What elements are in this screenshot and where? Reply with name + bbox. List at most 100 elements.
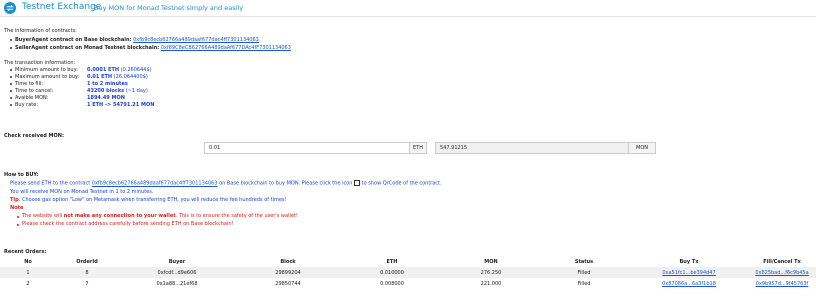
transaction-value-row: 1894.49 MON — [87, 95, 125, 101]
orders-table: No OrderId Buyer Block ETH MON Status Bu… — [0, 257, 816, 289]
transaction-label: Minimum amount to buy: — [15, 67, 78, 73]
eth-amount-input[interactable]: 0.01 — [204, 142, 410, 154]
seller-contract-link[interactable]: 0xf89C8eCB62766A489daAf677DAc4fF73011340… — [161, 45, 291, 51]
buyer-contract-link[interactable]: 0xfb9c8ecb62766a489daaf677dac4ff73011340… — [133, 37, 259, 43]
cell-eth: 0.010000 — [340, 267, 444, 278]
exchange-logo-icon — [4, 2, 16, 14]
bullet — [10, 47, 12, 49]
fill-tx-link[interactable]: 0x825bad...f6c9b45a — [755, 270, 808, 276]
transaction-value: 0.01 ETH — [87, 74, 113, 80]
cell-no: 2 — [26, 280, 30, 287]
bullet — [10, 76, 12, 78]
tip-text: : Choose gas option "Low" on Metamask wh… — [18, 197, 287, 203]
transaction-extra: (26.064400$) — [112, 74, 148, 80]
transaction-value: 43200 blocks — [87, 88, 125, 94]
bullet — [10, 69, 12, 71]
orders-header-row: No OrderId Buyer Block ETH MON Status Bu… — [0, 257, 816, 267]
howto-text: Please send ETH to the contract — [10, 180, 92, 187]
buyer-contract-label: BuyerAgent contract on Base blockchain: — [15, 37, 132, 43]
howto-contract-link[interactable]: 0xfb9c8ecb62766a489daaf677dac4ff73011340… — [92, 181, 218, 187]
app-title: Testnet Exchange — [22, 2, 102, 12]
transaction-label: Time to fill: — [15, 81, 44, 87]
transaction-label: Avaible MON: — [15, 95, 49, 101]
howto-line1: Please send ETH to the contract 0xfb9c8e… — [10, 180, 442, 187]
column-header: Fill/Cancel Tx — [763, 259, 801, 265]
column-header: OrderId — [76, 259, 98, 265]
bullet — [17, 224, 19, 226]
cell-buy-tx: 0xa51fc1...be394d47 — [630, 267, 748, 278]
transaction-extra: (0.260644$) — [119, 67, 152, 73]
seller-contract-row: SellerAgent contract on Monad Testnet bl… — [15, 45, 291, 51]
contracts-heading: The information of contracts: — [4, 28, 77, 34]
tip-line: Tip: Choose gas option "Low" on Metamask… — [10, 197, 287, 203]
transaction-value: 1894.49 MON — [87, 95, 125, 101]
howto-text: on Base blockchain to buy MON. Please cl… — [217, 180, 355, 187]
column-header: Buy Tx — [679, 259, 699, 265]
fill-tx-link[interactable]: 0x9b957d...9f45763f — [756, 281, 809, 287]
table-row: 2 7 0x1a88...21ef68 29850744 0.008000 22… — [0, 278, 816, 289]
transaction-heading: The transaction information: — [4, 60, 76, 66]
buy-tx-link[interactable]: 0xa51fc1...be394d47 — [662, 270, 715, 276]
transaction-value: 0.0001 ETH — [87, 67, 120, 73]
eth-unit-label: ETH — [409, 142, 427, 154]
column-header: MON — [484, 259, 498, 265]
page-header: Testnet Exchange Buy MON for Monad Testn… — [0, 0, 816, 17]
mon-amount-output: 547.91215 — [435, 142, 629, 154]
howto-text: to show QrCode of the contract. — [360, 180, 442, 187]
mon-unit-label: MON — [628, 142, 656, 154]
transaction-label: Time to cancel: — [15, 88, 54, 94]
bullet — [10, 39, 12, 41]
check-heading: Check received MON: — [4, 133, 64, 139]
column-header: Status — [574, 259, 594, 265]
column-header: Buyer — [168, 259, 186, 265]
buy-tx-link[interactable]: 0x87086a...6a3f1b18 — [662, 281, 716, 287]
transaction-value-row: 1 ETH -> 54791.21 MON — [87, 102, 154, 108]
transaction-value-row: 0.0001 ETH (0.260644$) — [87, 67, 152, 73]
cell-buy-tx: 0x87086a...6a3f1b18 — [630, 278, 748, 289]
table-row: 1 8 0xfcdf...d9e606 29899204 0.010000 27… — [0, 267, 816, 278]
bullet — [10, 83, 12, 85]
seller-contract-label: SellerAgent contract on Monad Testnet bl… — [15, 45, 160, 51]
bullet — [10, 90, 12, 92]
cell-eth: 0.008000 — [380, 280, 404, 287]
bullet — [10, 97, 12, 99]
buyer-contract-row: BuyerAgent contract on Base blockchain: … — [15, 37, 259, 43]
column-header: Block — [280, 259, 296, 265]
howto-heading: How to BUY: — [4, 172, 39, 178]
orders-heading: Recent Orders: — [4, 249, 47, 255]
cell-mon: 221.000 — [480, 280, 502, 287]
transaction-extra: (~1 day) — [124, 88, 148, 94]
cell-no: 1 — [0, 267, 56, 278]
column-header: No — [24, 259, 32, 265]
tip-label: Tip — [10, 197, 19, 203]
transaction-value: 1 ETH -> 54791.21 MON — [87, 102, 155, 108]
app-subtitle: Buy MON for Monad Testnet simply and eas… — [94, 4, 244, 12]
note-item-2: Please check the contract address carefu… — [22, 221, 234, 227]
bullet — [17, 216, 19, 218]
cell-fill-tx: 0x825bad...f6c9b45a — [748, 267, 816, 278]
transaction-label: Maximum amount to buy: — [15, 74, 80, 80]
note-text: . This is to ensure the safety of the us… — [175, 213, 298, 219]
bullet — [10, 104, 12, 106]
cell-block: 29899204 — [236, 267, 340, 278]
cell-block: 29850744 — [275, 280, 301, 287]
note-text: The website will — [22, 213, 64, 219]
transaction-value: 1 to 2 minutes — [87, 81, 128, 87]
cell-buyer: 0xfcdf...d9e606 — [118, 267, 236, 278]
cell-status: Filled — [577, 280, 591, 287]
cell-status: Filled — [538, 267, 630, 278]
cell-order-id: 8 — [56, 267, 118, 278]
transaction-value-row: 0.01 ETH (26.064400$) — [87, 74, 148, 80]
note-label: Note — [10, 205, 24, 211]
howto-line2: You will receive MON on Monad Testnet in… — [10, 189, 154, 195]
cell-mon: 276.250 — [444, 267, 538, 278]
column-header: ETH — [386, 259, 398, 265]
transaction-value-row: 1 to 2 minutes — [87, 81, 128, 87]
cell-order-id: 7 — [85, 280, 89, 287]
note-item-1: The website will not make any connection… — [22, 213, 298, 219]
cell-fill-tx: 0x9b957d...9f45763f — [748, 278, 816, 289]
note-emphasis: not make any connection to your wallet — [63, 213, 176, 219]
transaction-value-row: 43200 blocks (~1 day) — [87, 88, 148, 94]
transaction-label: Buy rate: — [15, 102, 38, 108]
cell-buyer: 0x1a88...21ef68 — [156, 280, 198, 287]
